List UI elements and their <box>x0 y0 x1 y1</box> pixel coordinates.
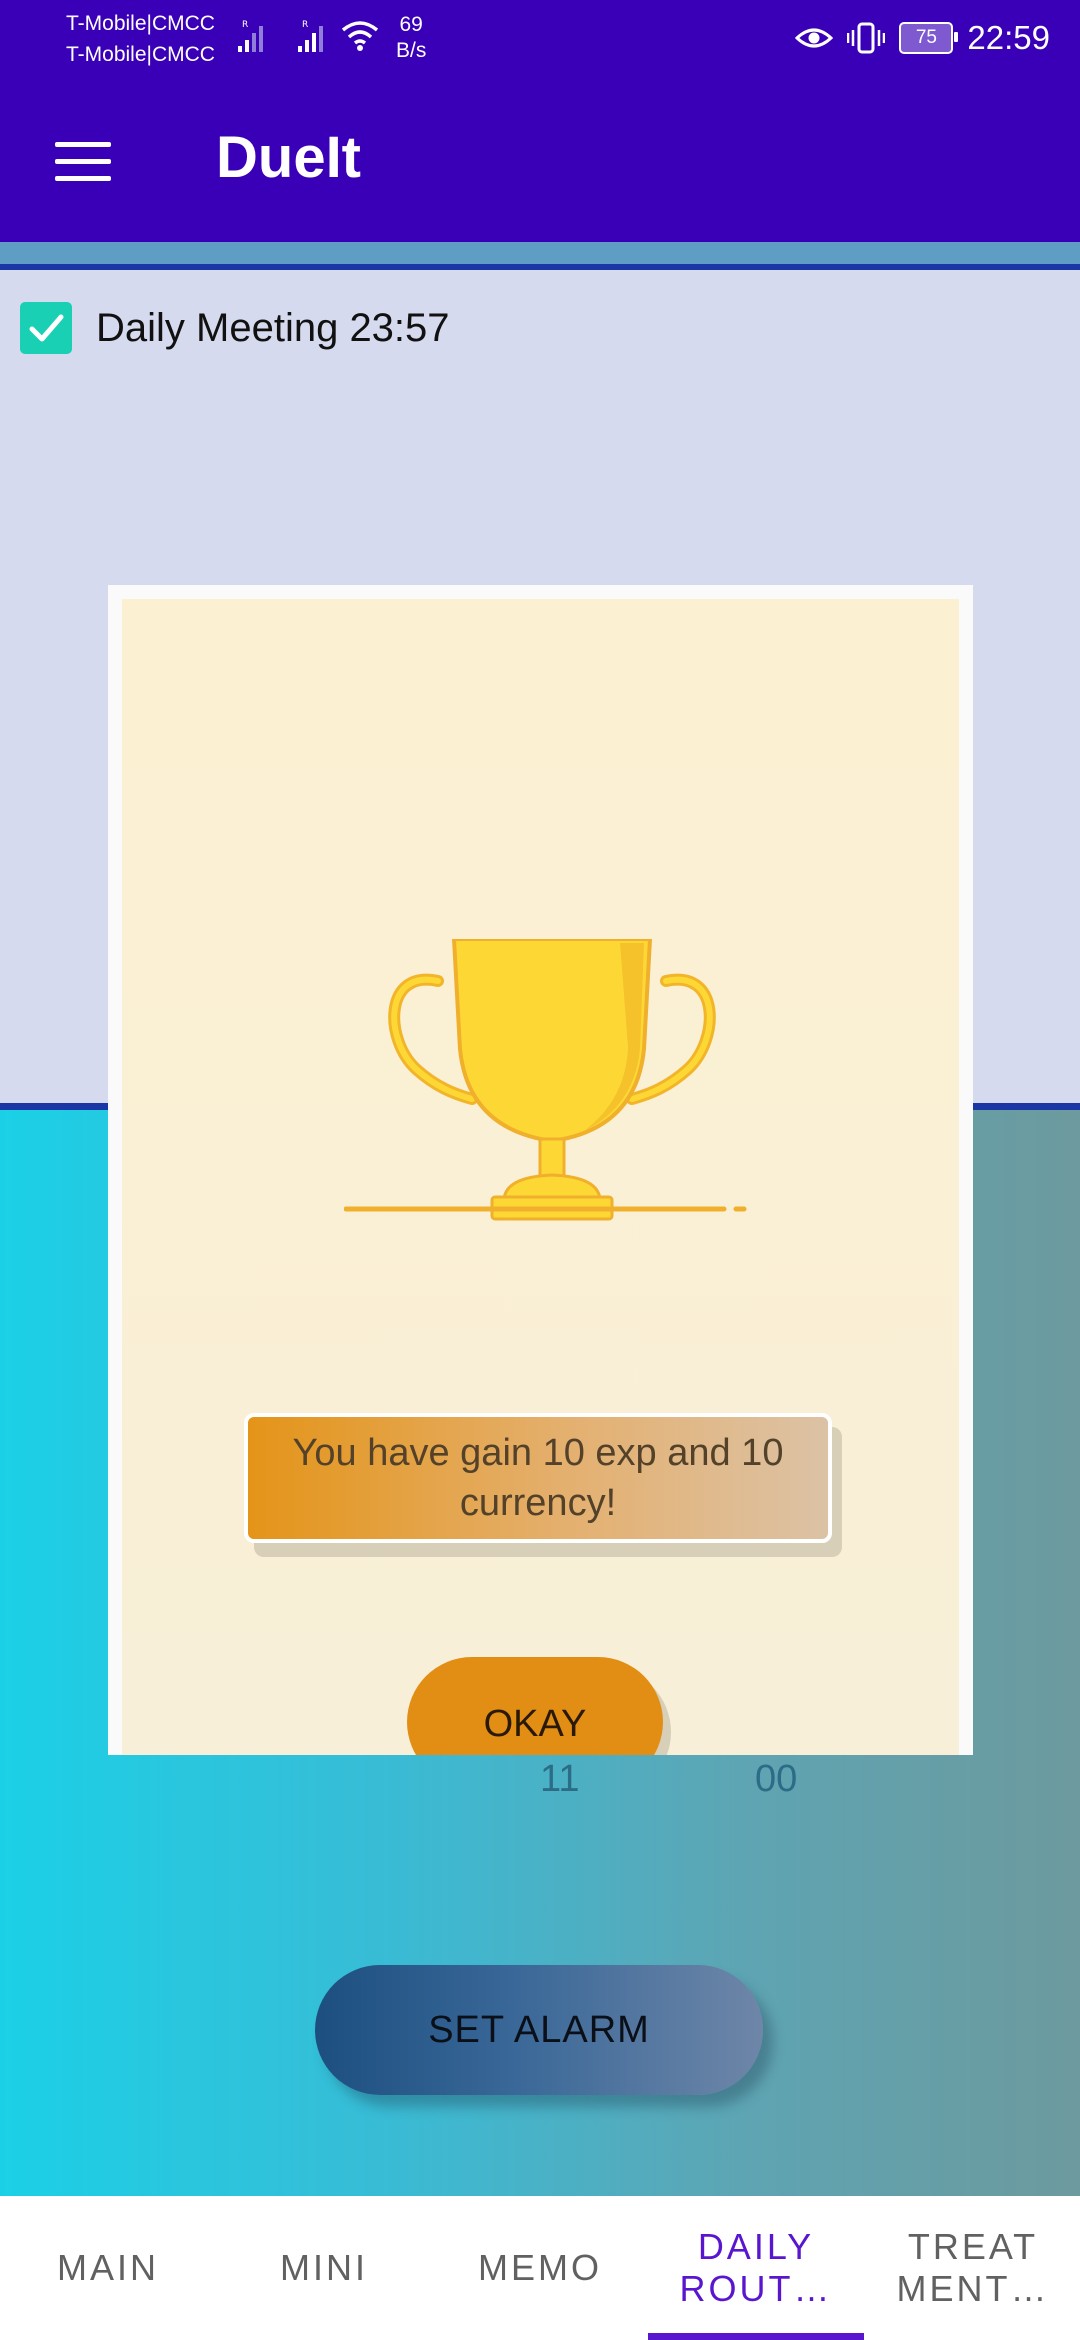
tab-daily-routine[interactable]: DAILY ROUT… <box>660 2196 852 2340</box>
reward-dialog-frame: You have gain 10 exp and 10 currency! OK… <box>108 585 973 1755</box>
svg-text:R: R <box>242 20 248 30</box>
app-title: DueIt <box>216 125 361 190</box>
battery-level: 75 <box>915 27 937 48</box>
carrier-info: T-Mobile|CMCC T-Mobile|CMCC <box>66 8 215 70</box>
reward-message: You have gain 10 exp and 10 currency! <box>244 1413 832 1543</box>
check-icon <box>29 314 64 342</box>
routine-checkbox[interactable] <box>20 302 72 354</box>
trophy-icon <box>344 939 747 1221</box>
clock: 22:59 <box>967 19 1050 56</box>
net-speed-value: 69 <box>399 13 423 36</box>
routine-label: Daily Meeting 23:57 <box>96 305 450 350</box>
status-right: 75 22:59 <box>795 0 1050 76</box>
vibrate-icon <box>847 22 886 54</box>
net-speed: 69 B/s <box>396 12 426 64</box>
accent-stripe <box>0 242 1080 270</box>
reward-dialog: You have gain 10 exp and 10 currency! OK… <box>122 599 959 1755</box>
signal-icon: R <box>238 20 263 52</box>
app-bar: DueIt <box>0 76 1080 242</box>
tab-treatment[interactable]: TREAT MENT… <box>878 2196 1068 2340</box>
signal-icon: R <box>298 20 323 52</box>
carrier-2: T-Mobile|CMCC <box>66 43 215 66</box>
hamburger-menu-icon[interactable] <box>55 142 111 182</box>
svg-text:R: R <box>302 20 308 30</box>
carrier-1: T-Mobile|CMCC <box>66 12 215 35</box>
eye-icon <box>795 28 834 48</box>
tab-main[interactable]: MAIN <box>0 2196 216 2340</box>
net-speed-unit: B/s <box>396 39 427 62</box>
bottom-nav: MAIN MINI MEMO DAILY ROUT… TREAT MENT… <box>0 2196 1080 2340</box>
time-picker-hour[interactable]: 11 <box>540 1758 579 1801</box>
okay-button[interactable]: OKAY <box>407 1657 663 1755</box>
routine-item[interactable]: Daily Meeting 23:57 <box>20 302 450 354</box>
status-bar: T-Mobile|CMCC T-Mobile|CMCC R R 69 B/s 7… <box>0 0 1080 76</box>
active-tab-indicator <box>648 2333 864 2340</box>
set-alarm-button[interactable]: SET ALARM <box>315 1965 763 2095</box>
tab-memo[interactable]: MEMO <box>432 2196 648 2340</box>
battery-icon: 75 <box>899 22 959 54</box>
time-picker-minute[interactable]: 00 <box>755 1758 797 1801</box>
wifi-icon <box>341 21 379 51</box>
tab-mini[interactable]: MINI <box>216 2196 432 2340</box>
